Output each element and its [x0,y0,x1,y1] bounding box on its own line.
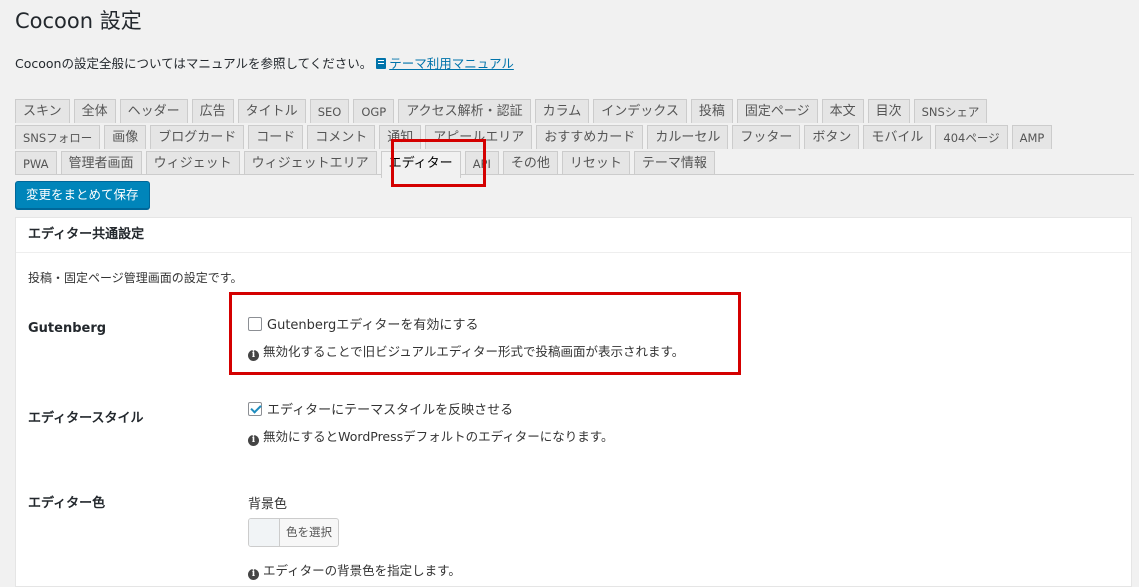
panel-title: エディター共通設定 [16,218,1131,253]
editor-style-checkbox[interactable] [248,402,262,416]
tab-row2-11[interactable]: モバイル [863,125,932,149]
editor-color-field: 背景色 色を選択 i エディターの背景色を指定します。 [248,493,461,580]
manual-link[interactable]: テーマ利用マニュアル [376,56,514,71]
color-picker-label: 色を選択 [286,525,332,539]
tab-row-1: スキン 全体 ヘッダー 広告 タイトル SEO OGP アクセス解析・認証 カラム インデックス投… [15,97,1127,123]
tab-row2-4[interactable]: コメント [307,125,376,149]
tab-row1-14[interactable]: SNSシェア [913,99,988,123]
tab-row3-7[interactable]: リセット [561,151,630,175]
tab-row1-2[interactable]: ヘッダー [119,99,188,123]
page-title: Cocoon 設定 [15,9,142,33]
tab-row2-9[interactable]: フッター [732,125,801,149]
tab-row2-12[interactable]: 404ページ [935,125,1008,149]
tab-row1-13[interactable]: 目次 [867,99,910,123]
tab-row-3: PWA 管理者画面 ウィジェット ウィジェットエリア エディター API その他 リセット テー… [15,149,1127,178]
tab-row2-0[interactable]: SNSフォロー [15,125,101,149]
editor-style-field: エディターにテーマスタイルを反映させる i 無効にするとWordPressデフォル… [248,399,614,446]
editor-style-checkbox-row[interactable]: エディターにテーマスタイルを反映させる [248,402,514,418]
editor-settings-panel: エディター共通設定 投稿・固定ページ管理画面の設定です。 Gutenberg G… [15,217,1132,587]
settings-tabs: スキン 全体 ヘッダー 広告 タイトル SEO OGP アクセス解析・認証 カラム インデックス投… [15,97,1127,178]
tab-row2-8[interactable]: カルーセル [647,125,729,149]
tab-row3-6[interactable]: その他 [502,151,558,175]
tab-row1-3[interactable]: 広告 [191,99,234,123]
editor-color-note-text: エディターの背景色を指定します。 [263,563,461,578]
tab-row1-5[interactable]: SEO [309,99,350,123]
info-icon: i [248,435,259,446]
highlight-box-active-tab [391,139,486,187]
tab-row1-1[interactable]: 全体 [73,99,116,123]
tab-row1-10[interactable]: 投稿 [690,99,733,123]
tab-row-2: SNSフォロー 画像 ブログカード コード コメント 通知 アピールエリア おすすめカード カル… [15,123,1127,149]
manual-link-label: テーマ利用マニュアル [389,56,514,71]
tab-row2-3[interactable]: コード [248,125,304,149]
editor-color-label: エディター色 [28,496,106,511]
color-swatch [249,519,280,546]
intro-text-line: Cocoonの設定全般についてはマニュアルを参照してください。 テーマ利用マニュ… [15,53,514,72]
background-color-label: 背景色 [248,497,288,512]
tab-row2-10[interactable]: ボタン [804,125,860,149]
book-icon [376,58,387,69]
tab-row3-0[interactable]: PWA [15,151,57,175]
tab-row1-9[interactable]: インデックス [593,99,687,123]
tab-row1-8[interactable]: カラム [534,99,590,123]
editor-style-note: i 無効にするとWordPressデフォルトのエディターになります。 [248,426,614,446]
panel-description: 投稿・固定ページ管理画面の設定です。 [28,271,243,285]
gutenberg-label: Gutenberg [28,321,107,336]
editor-style-note-text: 無効にするとWordPressデフォルトのエディターになります。 [263,429,614,444]
tab-row1-6[interactable]: OGP [353,99,395,123]
tab-row1-7[interactable]: アクセス解析・認証 [398,99,531,123]
tab-row3-3[interactable]: ウィジェットエリア [243,151,377,175]
tab-row1-4[interactable]: タイトル [237,99,306,123]
editor-style-checkbox-label: エディターにテーマスタイルを反映させる [267,403,514,418]
tab-row1-0[interactable]: スキン [15,99,70,123]
tab-row2-2[interactable]: ブログカード [150,125,245,149]
tab-row3-8[interactable]: テーマ情報 [633,151,715,175]
tab-row1-11[interactable]: 固定ページ [736,99,818,123]
tab-divider [15,174,1134,175]
color-picker-button[interactable]: 色を選択 [248,518,339,547]
tab-row2-7[interactable]: おすすめカード [536,125,644,149]
intro-text: Cocoonの設定全般についてはマニュアルを参照してください。 [15,56,373,71]
tab-row2-13[interactable]: AMP [1011,125,1053,149]
tab-row1-12[interactable]: 本文 [821,99,864,123]
save-all-button[interactable]: 変更をまとめて保存 [15,181,150,209]
highlight-box-gutenberg [229,292,741,375]
info-icon: i [248,569,259,580]
tab-row2-1[interactable]: 画像 [104,125,147,149]
editor-color-note: i エディターの背景色を指定します。 [248,560,461,580]
editor-style-label: エディタースタイル [28,411,144,426]
tab-row3-1[interactable]: 管理者画面 [60,151,142,175]
tab-row3-2[interactable]: ウィジェット [145,151,240,175]
